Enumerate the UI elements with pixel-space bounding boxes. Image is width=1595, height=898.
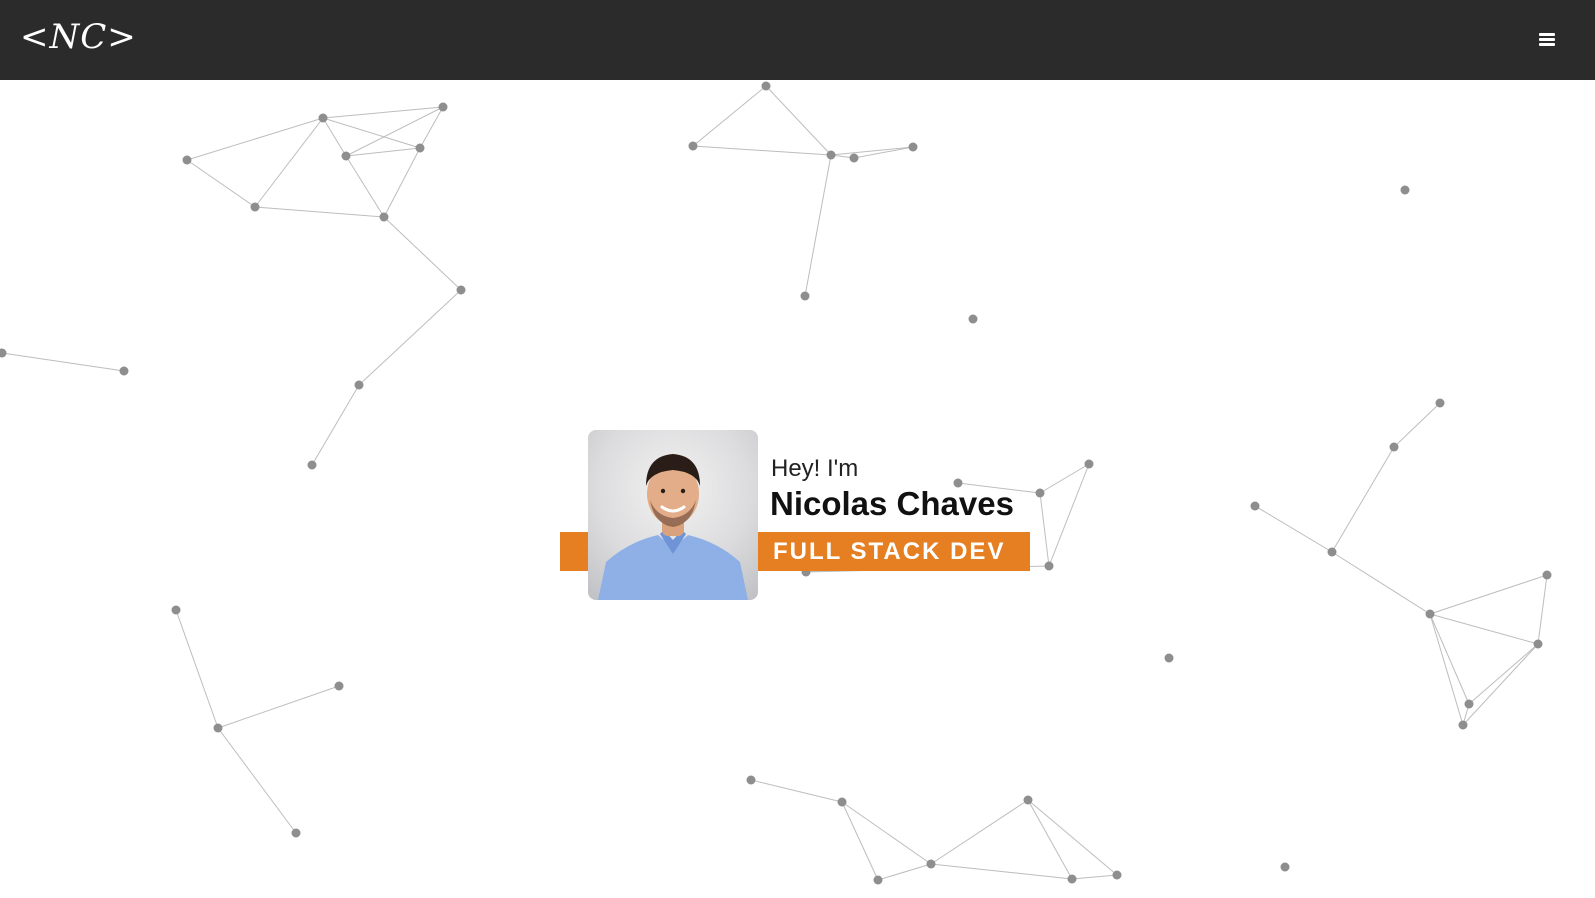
network-link [750, 779, 843, 803]
network-node [1035, 488, 1045, 498]
network-node [1250, 501, 1260, 511]
site-logo[interactable]: <NC> [20, 14, 137, 60]
role-text: FULL STACK DEV [773, 538, 1006, 565]
network-link [217, 727, 297, 834]
profile-photo [588, 430, 758, 600]
network-link [1462, 643, 1539, 726]
network-link [692, 85, 767, 147]
network-node [1458, 720, 1468, 730]
network-link [1468, 643, 1539, 705]
network-node [0, 348, 7, 358]
network-link [1393, 402, 1441, 448]
network-node [182, 155, 192, 165]
network-link [311, 384, 360, 466]
network-node [334, 681, 344, 691]
network-link [186, 117, 324, 161]
network-link [804, 154, 832, 297]
top-navbar: <NC> [0, 0, 1595, 80]
network-node [873, 875, 883, 885]
network-node [1084, 459, 1094, 469]
network-link [1537, 574, 1548, 645]
network-link [1027, 799, 1118, 876]
network-link [217, 685, 340, 729]
network-link [765, 85, 832, 156]
network-node [379, 212, 389, 222]
network-node [318, 113, 328, 123]
network-node [849, 153, 859, 163]
network-link [383, 216, 462, 291]
network-link [1039, 492, 1050, 567]
network-link [1429, 574, 1548, 615]
network-node [1280, 862, 1290, 872]
network-node [746, 775, 756, 785]
network-link [254, 206, 385, 218]
network-link [841, 801, 879, 881]
network-link [930, 863, 1073, 880]
network-node [908, 142, 918, 152]
network-node [968, 314, 978, 324]
network-node [456, 285, 466, 295]
network-node [1425, 609, 1435, 619]
network-node [1044, 561, 1054, 571]
network-node [415, 143, 425, 153]
network-link [830, 146, 914, 156]
network-link [1039, 463, 1090, 494]
network-link [1331, 446, 1395, 553]
network-node [119, 366, 129, 376]
network-link [1071, 874, 1118, 880]
network-node [250, 202, 260, 212]
network-node [688, 141, 698, 151]
network-link [1254, 505, 1333, 553]
network-node [213, 723, 223, 733]
network-node [826, 150, 836, 160]
network-node [1533, 639, 1543, 649]
network-link [1331, 551, 1431, 615]
network-link [853, 146, 914, 159]
network-node [1542, 570, 1552, 580]
network-node [1023, 795, 1033, 805]
network-node [341, 151, 351, 161]
network-node [307, 460, 317, 470]
network-node [438, 102, 448, 112]
network-node [1112, 870, 1122, 880]
network-node [837, 797, 847, 807]
network-node [1327, 547, 1337, 557]
network-node [1067, 874, 1077, 884]
network-link [383, 147, 421, 218]
network-node [354, 380, 364, 390]
accent-strip [560, 532, 588, 571]
network-node [1164, 653, 1174, 663]
network-link [1, 352, 125, 372]
network-link [175, 609, 219, 729]
greeting-text: Hey! I'm [771, 455, 859, 482]
network-link [692, 145, 832, 156]
network-link [877, 863, 932, 881]
network-node [761, 81, 771, 91]
network-node [1435, 398, 1445, 408]
person-name: Nicolas Chaves [770, 485, 1014, 522]
network-node [1464, 699, 1474, 709]
network-node [171, 605, 181, 615]
network-link [1429, 613, 1464, 726]
network-link [186, 159, 256, 208]
network-link [345, 155, 385, 218]
role-badge: FULL STACK DEV [758, 532, 1030, 571]
network-link [345, 147, 421, 157]
network-node [1389, 442, 1399, 452]
hamburger-menu-icon[interactable] [1539, 33, 1555, 47]
network-node [1400, 185, 1410, 195]
network-node [926, 859, 936, 869]
network-node [291, 828, 301, 838]
network-link [1429, 613, 1470, 705]
hero-card: Hey! I'm Nicolas Chaves FULL STACK DEV [560, 430, 1030, 600]
network-link [1027, 799, 1073, 880]
network-link [358, 289, 462, 386]
network-link [841, 801, 932, 865]
network-link [1429, 613, 1539, 645]
network-link [930, 799, 1029, 865]
network-link [1048, 463, 1090, 567]
network-link [254, 117, 324, 208]
network-node [800, 291, 810, 301]
